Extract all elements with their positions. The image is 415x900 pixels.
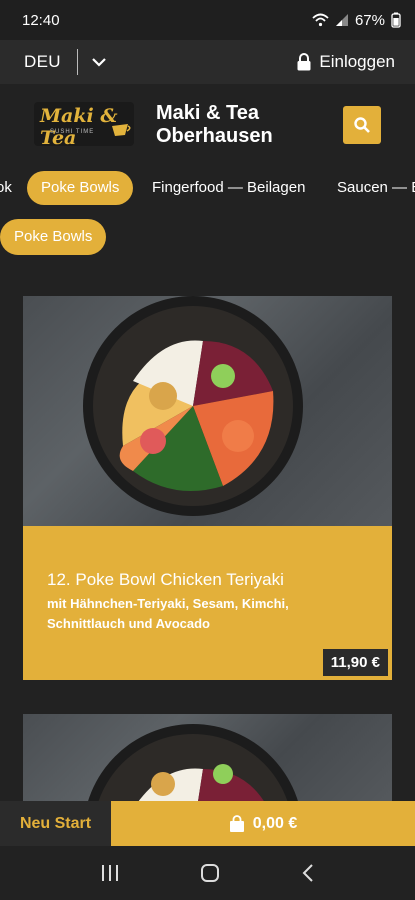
logo-subtitle: SUSHI TIME bbox=[50, 129, 95, 135]
product-info: 12. Poke Bowl Chicken Teriyaki mit Hähnc… bbox=[23, 526, 392, 634]
restart-button[interactable]: Neu Start bbox=[0, 801, 111, 846]
tea-cup-icon bbox=[112, 124, 131, 136]
bottom-action-bar: Neu Start 0,00 € bbox=[0, 801, 415, 846]
cart-button[interactable]: 0,00 € bbox=[111, 801, 415, 846]
tab-saucen[interactable]: Saucen — E bbox=[337, 171, 415, 205]
login-label: Einloggen bbox=[319, 52, 395, 71]
product-card-next[interactable] bbox=[23, 714, 392, 804]
poke-bowl-image bbox=[83, 296, 303, 516]
product-price: 11,90 € bbox=[322, 649, 388, 676]
shop-name-line1: Maki & Tea bbox=[156, 102, 259, 124]
product-card[interactable]: 12. Poke Bowl Chicken Teriyaki mit Hähnc… bbox=[23, 296, 392, 680]
status-bar: 12:40 67% bbox=[0, 0, 415, 40]
status-icons: 67% bbox=[312, 12, 401, 29]
section-chip[interactable]: Poke Bowls bbox=[0, 219, 107, 255]
status-time: 12:40 bbox=[22, 11, 60, 29]
login-button[interactable]: Einloggen bbox=[296, 52, 395, 72]
tab-previous[interactable]: ok bbox=[0, 171, 12, 205]
shop-header: Maki & Tea SUSHI TIME Maki & Tea Oberhau… bbox=[0, 84, 415, 164]
wifi-icon bbox=[312, 13, 329, 27]
shop-name: Maki & Tea Oberhausen bbox=[156, 102, 273, 148]
home-icon[interactable] bbox=[200, 863, 220, 883]
tab-poke-bowls[interactable]: Poke Bowls bbox=[27, 171, 134, 205]
lock-icon bbox=[297, 53, 311, 71]
product-title: 12. Poke Bowl Chicken Teriyaki bbox=[47, 570, 284, 589]
signal-icon bbox=[335, 14, 348, 26]
battery-icon bbox=[391, 12, 401, 28]
product-image-next bbox=[23, 714, 392, 804]
product-description: mit Hähnchen-Teriyaki, Sesam, Kimchi, Sc… bbox=[47, 596, 289, 631]
battery-percent: 67% bbox=[354, 11, 385, 29]
poke-bowl-image-next bbox=[87, 724, 299, 804]
product-image bbox=[23, 296, 392, 526]
recent-apps-icon[interactable] bbox=[100, 864, 120, 882]
shop-logo[interactable]: Maki & Tea SUSHI TIME bbox=[34, 102, 134, 146]
top-bar: DEU Einloggen bbox=[0, 40, 415, 84]
tab-fingerfood-beilagen[interactable]: Fingerfood — Beilagen bbox=[152, 171, 305, 205]
divider bbox=[76, 49, 78, 75]
category-tabs: ok Poke Bowls Fingerfood — Beilagen Sauc… bbox=[0, 164, 415, 210]
system-nav-bar bbox=[0, 846, 415, 900]
cart-total: 0,00 € bbox=[252, 814, 298, 832]
language-selector[interactable]: DEU bbox=[24, 52, 61, 72]
back-icon[interactable] bbox=[301, 863, 315, 883]
search-icon bbox=[354, 117, 370, 133]
chevron-down-icon[interactable] bbox=[90, 53, 108, 71]
search-button[interactable] bbox=[343, 106, 381, 144]
shop-name-line2: Oberhausen bbox=[156, 125, 273, 147]
shopping-bag-icon bbox=[229, 814, 244, 832]
